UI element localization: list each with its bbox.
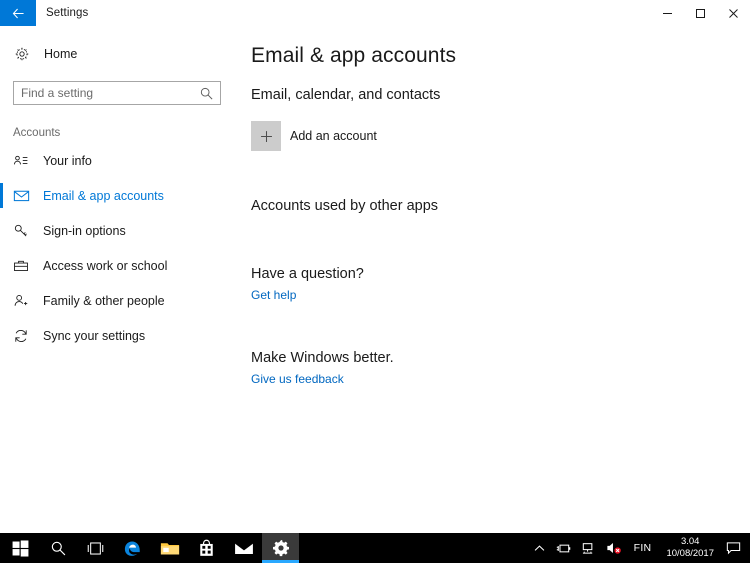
main-content: Email & app accounts Email, calendar, an… <box>234 26 750 533</box>
battery-button[interactable] <box>551 542 576 555</box>
gear-icon <box>272 540 289 557</box>
sidebar-item-family-other-people[interactable]: Family & other people <box>0 283 234 318</box>
sidebar: Home Accounts <box>0 26 234 533</box>
section-make-windows-better: Make Windows better. Give us feedback <box>251 350 750 388</box>
search-icon <box>199 86 214 106</box>
sidebar-item-label: Family & other people <box>43 293 165 308</box>
add-account-label: Add an account <box>290 129 377 143</box>
taskbar-spacer <box>299 533 528 563</box>
page-title: Email & app accounts <box>251 44 457 67</box>
briefcase-icon <box>13 258 35 274</box>
close-button[interactable] <box>717 0 750 26</box>
sidebar-item-label: Access work or school <box>43 258 168 273</box>
battery-plug-icon <box>556 544 570 552</box>
give-us-feedback-link[interactable]: Give us feedback <box>251 372 344 386</box>
search-input[interactable] <box>14 82 192 104</box>
search-container <box>13 81 234 105</box>
network-icon <box>582 542 592 554</box>
volume-muted-icon <box>606 543 621 554</box>
sidebar-home-label: Home <box>44 47 78 61</box>
task-view-button[interactable] <box>77 533 114 563</box>
title-bar: Settings <box>0 0 750 26</box>
task-view-icon <box>87 541 104 555</box>
sidebar-item-label: Email & app accounts <box>43 188 164 203</box>
store-button[interactable] <box>188 533 225 563</box>
person-add-icon <box>13 293 35 309</box>
action-center-icon <box>726 542 741 555</box>
sidebar-item-access-work-or-school[interactable]: Access work or school <box>0 248 234 283</box>
network-button[interactable] <box>576 542 601 555</box>
sidebar-item-label: Sign-in options <box>43 223 126 238</box>
search-box[interactable] <box>13 81 221 105</box>
file-explorer-button[interactable] <box>151 533 188 563</box>
window-title: Settings <box>46 7 89 19</box>
back-arrow-icon <box>12 8 24 18</box>
sidebar-item-sign-in-options[interactable]: Sign-in options <box>0 213 234 248</box>
make-windows-better-heading: Make Windows better. <box>251 350 394 366</box>
mail-button[interactable] <box>225 533 262 563</box>
sync-icon <box>13 328 35 344</box>
section-accounts-used-by-other-apps: Accounts used by other apps <box>251 198 439 214</box>
show-hidden-icons-button[interactable] <box>528 542 551 555</box>
folder-icon <box>160 542 179 554</box>
maximize-icon <box>696 8 705 18</box>
sidebar-item-label: Your info <box>43 153 92 168</box>
store-bag-icon <box>200 539 213 556</box>
settings-window: Settings Home Find a setting Accounts Yo… <box>0 0 750 563</box>
key-icon <box>13 223 35 239</box>
sidebar-item-your-info[interactable]: Your info <box>0 143 234 178</box>
minimize-button[interactable] <box>651 0 684 26</box>
taskbar: FIN 3.04 10/08/2017 <box>0 533 750 563</box>
your-info-icon <box>13 153 35 169</box>
language-indicator[interactable]: FIN <box>627 542 659 554</box>
maximize-button[interactable] <box>684 0 717 26</box>
edge-icon <box>124 540 140 556</box>
taskbar-items <box>0 533 299 563</box>
settings-button[interactable] <box>262 533 299 563</box>
minimize-icon <box>663 12 672 14</box>
sidebar-item-label: Sync your settings <box>43 328 146 343</box>
window-controls <box>651 0 750 26</box>
clock[interactable]: 3.04 10/08/2017 <box>658 536 722 560</box>
sidebar-group-label: Accounts <box>13 127 61 139</box>
chevron-up-icon <box>534 544 544 551</box>
mail-envelope-icon <box>234 542 253 554</box>
add-account-button[interactable]: Add an account <box>251 121 750 151</box>
start-button[interactable] <box>0 533 40 563</box>
sidebar-item-home[interactable]: Home <box>0 40 234 68</box>
plus-icon <box>251 121 281 151</box>
sidebar-item-sync-your-settings[interactable]: Sync your settings <box>0 318 234 353</box>
sidebar-item-email-app-accounts[interactable]: Email & app accounts <box>0 178 234 213</box>
search-icon <box>51 541 66 555</box>
search-button[interactable] <box>40 533 77 563</box>
clock-date: 10/08/2017 <box>666 548 714 559</box>
system-tray: FIN 3.04 10/08/2017 <box>528 533 750 563</box>
windows-logo-icon <box>12 539 28 557</box>
have-a-question-heading: Have a question? <box>251 266 364 282</box>
edge-button[interactable] <box>114 533 151 563</box>
get-help-link[interactable]: Get help <box>251 288 296 302</box>
volume-button[interactable] <box>601 541 627 555</box>
action-center-button[interactable] <box>722 541 750 555</box>
section-email-calendar-contacts: Email, calendar, and contacts <box>251 87 441 103</box>
envelope-icon <box>13 187 35 204</box>
back-button[interactable] <box>0 0 36 26</box>
gear-icon <box>14 46 36 62</box>
close-icon <box>729 8 738 18</box>
section-have-a-question: Have a question? Get help <box>251 266 750 304</box>
clock-time: 3.04 <box>680 536 700 547</box>
